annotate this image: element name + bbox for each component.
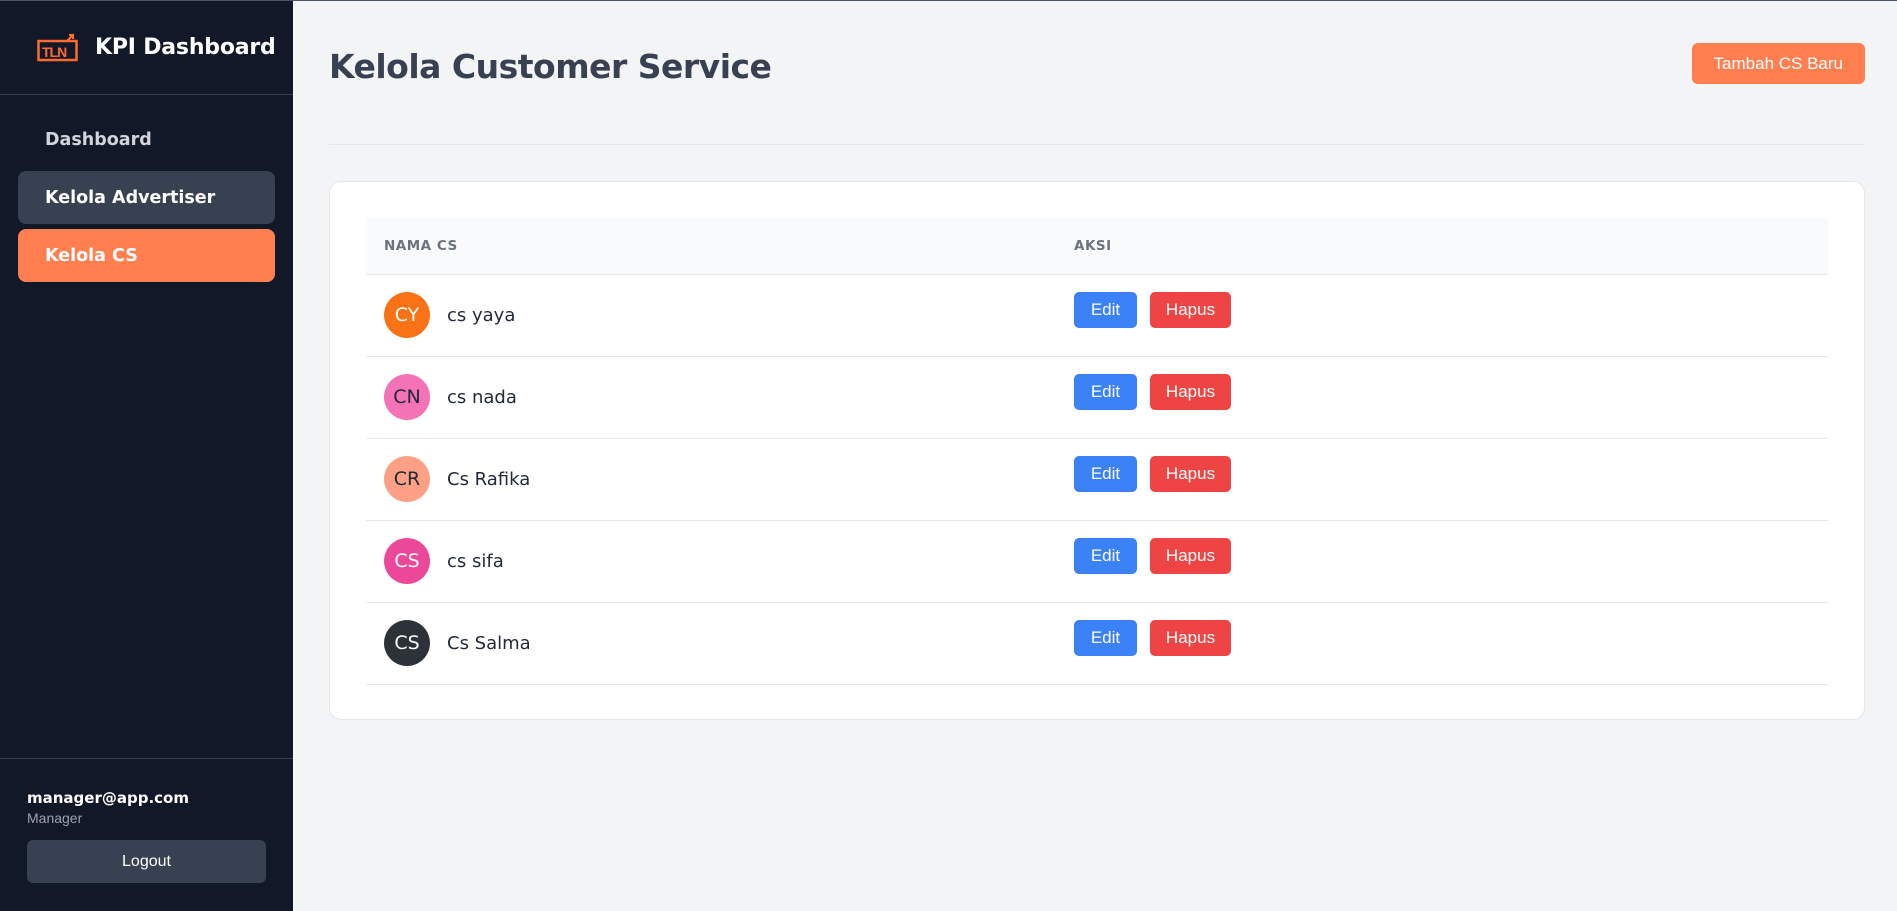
- name-cell: CS Cs Salma: [366, 602, 1056, 685]
- table-row: CY cs yaya Edit Hapus: [366, 274, 1828, 357]
- table-row: CS cs sifa Edit Hapus: [366, 520, 1828, 603]
- user-role: Manager: [27, 810, 83, 826]
- delete-button[interactable]: Hapus: [1150, 538, 1231, 574]
- column-header-actions: AKSI: [1056, 218, 1828, 275]
- name-cell-content: CS Cs Salma: [384, 620, 1056, 666]
- actions-cell: Edit Hapus: [1056, 520, 1828, 603]
- page-header: Kelola Customer Service Tambah CS Baru: [329, 1, 1865, 145]
- avatar: CN: [384, 374, 430, 420]
- cs-name: cs yaya: [447, 304, 516, 326]
- cs-table: NAMA CS AKSI CY cs yaya Edit Hapus CN cs…: [366, 218, 1828, 685]
- app-root: TLN KPI Dashboard Dashboard Kelola Adver…: [0, 0, 1897, 911]
- actions-cell: Edit Hapus: [1056, 274, 1828, 357]
- brand-title: KPI Dashboard: [95, 35, 276, 60]
- edit-button[interactable]: Edit: [1074, 538, 1137, 574]
- delete-button[interactable]: Hapus: [1150, 620, 1231, 656]
- table-row: CR Cs Rafika Edit Hapus: [366, 438, 1828, 521]
- row-actions: Edit Hapus: [1074, 620, 1828, 656]
- edit-button[interactable]: Edit: [1074, 620, 1137, 656]
- column-header-name: NAMA CS: [366, 218, 1056, 275]
- name-cell-content: CN cs nada: [384, 374, 1056, 420]
- logout-button[interactable]: Logout: [27, 840, 266, 883]
- sidebar-item-kelola-advertiser[interactable]: Kelola Advertiser: [18, 171, 275, 224]
- cs-table-card: NAMA CS AKSI CY cs yaya Edit Hapus CN cs…: [329, 181, 1865, 720]
- cs-name: cs sifa: [447, 550, 504, 572]
- name-cell-content: CR Cs Rafika: [384, 456, 1056, 502]
- sidebar-item-dashboard[interactable]: Dashboard: [18, 113, 275, 166]
- sidebar: TLN KPI Dashboard Dashboard Kelola Adver…: [0, 1, 293, 911]
- brand-logo-icon: TLN: [37, 33, 78, 61]
- table-header-row: NAMA CS AKSI: [366, 218, 1828, 275]
- name-cell: CR Cs Rafika: [366, 438, 1056, 521]
- main-content: Kelola Customer Service Tambah CS Baru N…: [293, 1, 1897, 911]
- name-cell: CS cs sifa: [366, 520, 1056, 603]
- sidebar-item-kelola-cs[interactable]: Kelola CS: [18, 229, 275, 282]
- user-panel: manager@app.com Manager Logout: [0, 758, 293, 911]
- cs-name: Cs Salma: [447, 632, 531, 654]
- avatar: CS: [384, 620, 430, 666]
- edit-button[interactable]: Edit: [1074, 456, 1137, 492]
- name-cell-content: CY cs yaya: [384, 292, 1056, 338]
- sidebar-nav: Dashboard Kelola Advertiser Kelola CS: [0, 95, 293, 282]
- avatar: CY: [384, 292, 430, 338]
- row-actions: Edit Hapus: [1074, 374, 1828, 410]
- svg-text:TLN: TLN: [42, 44, 67, 60]
- table-row: CS Cs Salma Edit Hapus: [366, 602, 1828, 685]
- row-actions: Edit Hapus: [1074, 456, 1828, 492]
- name-cell: CY cs yaya: [366, 274, 1056, 357]
- delete-button[interactable]: Hapus: [1150, 456, 1231, 492]
- page-title: Kelola Customer Service: [329, 47, 772, 86]
- avatar: CS: [384, 538, 430, 584]
- edit-button[interactable]: Edit: [1074, 374, 1137, 410]
- table-body: CY cs yaya Edit Hapus CN cs nada Edit Ha…: [366, 274, 1828, 685]
- cs-name: Cs Rafika: [447, 468, 531, 490]
- name-cell-content: CS cs sifa: [384, 538, 1056, 584]
- delete-button[interactable]: Hapus: [1150, 374, 1231, 410]
- user-email: manager@app.com: [27, 789, 189, 807]
- table-row: CN cs nada Edit Hapus: [366, 356, 1828, 439]
- actions-cell: Edit Hapus: [1056, 602, 1828, 685]
- brand[interactable]: TLN KPI Dashboard: [0, 1, 293, 95]
- name-cell: CN cs nada: [366, 356, 1056, 439]
- delete-button[interactable]: Hapus: [1150, 292, 1231, 328]
- add-cs-button[interactable]: Tambah CS Baru: [1691, 43, 1865, 84]
- avatar: CR: [384, 456, 430, 502]
- row-actions: Edit Hapus: [1074, 538, 1828, 574]
- row-actions: Edit Hapus: [1074, 292, 1828, 328]
- cs-name: cs nada: [447, 386, 517, 408]
- actions-cell: Edit Hapus: [1056, 356, 1828, 439]
- actions-cell: Edit Hapus: [1056, 438, 1828, 521]
- edit-button[interactable]: Edit: [1074, 292, 1137, 328]
